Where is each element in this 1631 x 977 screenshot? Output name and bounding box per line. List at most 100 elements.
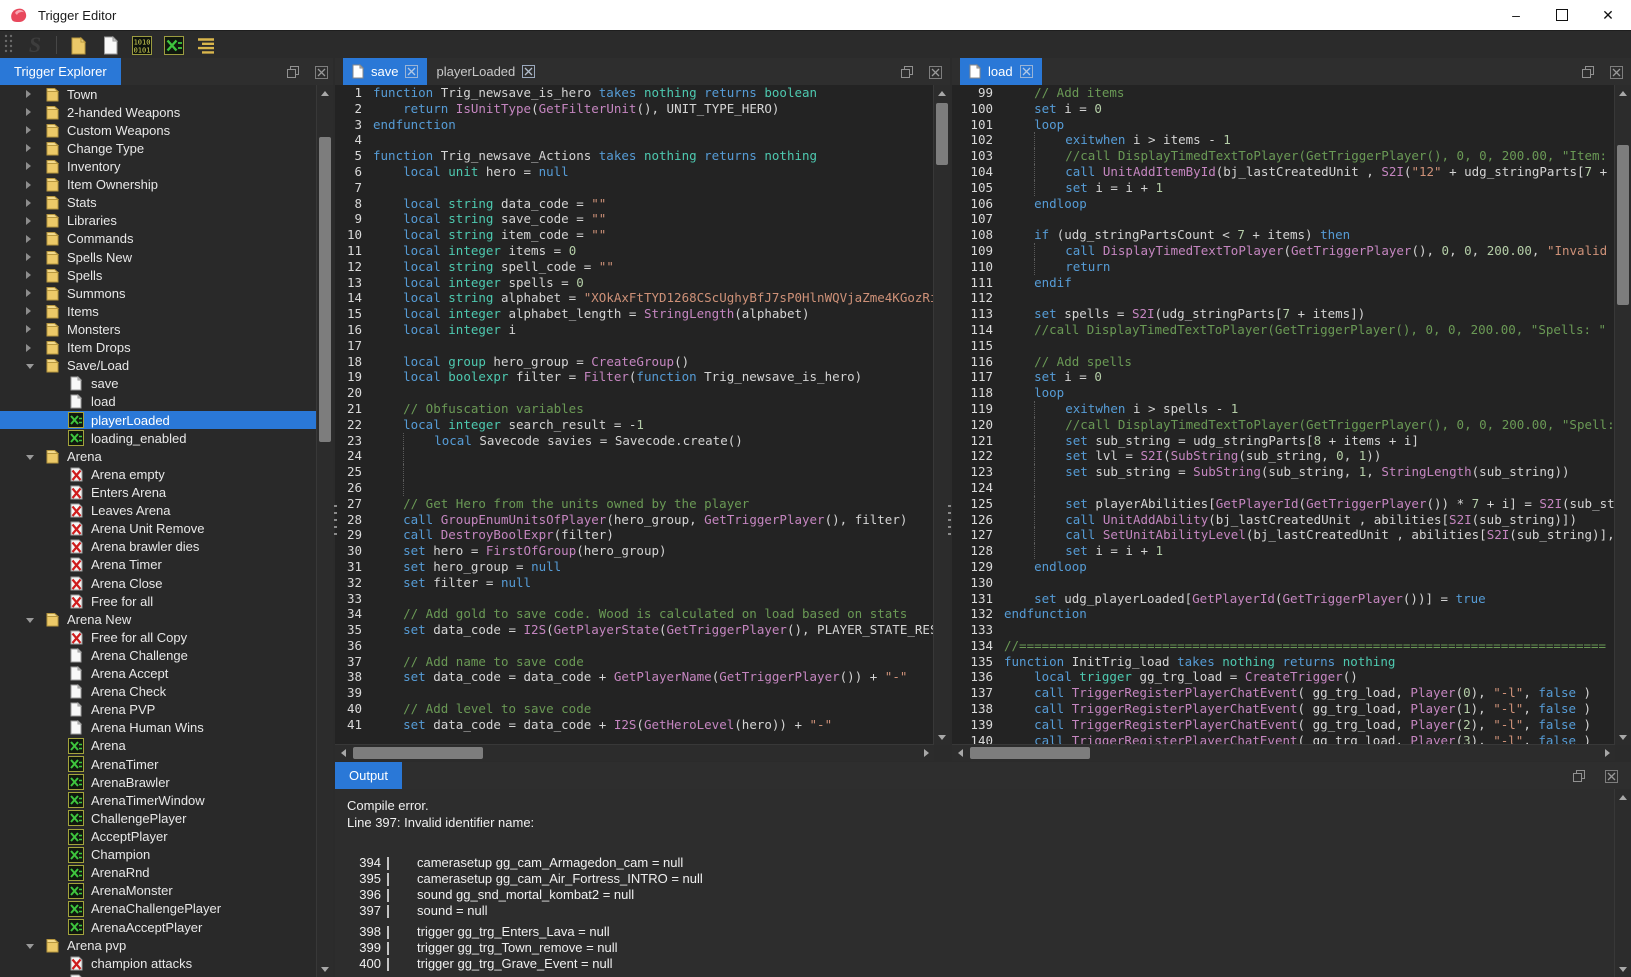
- editor-left-hscrollbar[interactable]: [335, 744, 934, 761]
- code-line[interactable]: 112: [952, 290, 1615, 306]
- code-line[interactable]: 14 local string alphabet = "XOkAxFtTYD12…: [335, 290, 934, 306]
- code-line[interactable]: 99 // Add items: [952, 85, 1615, 101]
- close-button[interactable]: ✕: [1585, 0, 1631, 30]
- code-line[interactable]: 114 //call DisplayTimedTextToPlayer(GetT…: [952, 322, 1615, 338]
- tree-item[interactable]: Item Ownership: [0, 176, 333, 194]
- code-line[interactable]: 12 local string spell_code = "": [335, 259, 934, 275]
- expand-arrow-icon[interactable]: [26, 212, 43, 230]
- tree-item[interactable]: Arena Accept: [0, 665, 333, 683]
- code-line[interactable]: 31 set hero_group = null: [335, 559, 934, 575]
- expand-arrow-icon[interactable]: [26, 157, 43, 175]
- code-line[interactable]: 11 local integer items = 0: [335, 243, 934, 259]
- code-line[interactable]: 34 // Add gold to save code. Wood is cal…: [335, 606, 934, 622]
- code-line[interactable]: 35 set data_code = I2S(GetPlayerState(Ge…: [335, 622, 934, 638]
- code-line[interactable]: 134//===================================…: [952, 638, 1615, 654]
- code-line[interactable]: 105 set i = i + 1: [952, 180, 1615, 196]
- code-line[interactable]: 37 // Add name to save code: [335, 654, 934, 670]
- code-line[interactable]: 32 set filter = null: [335, 575, 934, 591]
- collapse-arrow-icon[interactable]: [26, 936, 43, 954]
- output-scrollbar[interactable]: [1614, 789, 1631, 977]
- code-line[interactable]: 25: [335, 464, 934, 480]
- code-line[interactable]: 128 set i = i + 1: [952, 543, 1615, 559]
- tree-item[interactable]: Arena PVP: [0, 701, 333, 719]
- code-line[interactable]: 40 // Add level to save code: [335, 701, 934, 717]
- code-line[interactable]: 10 local string item_code = "": [335, 227, 934, 243]
- code-line[interactable]: 9 local string save_code = "": [335, 211, 934, 227]
- splitter-explorer-editor[interactable]: [334, 505, 337, 537]
- tree-item[interactable]: Free for all Copy: [0, 628, 333, 646]
- code-line[interactable]: 131 set udg_playerLoaded[GetPlayerId(Get…: [952, 591, 1615, 607]
- code-line[interactable]: 22 local integer search_result = -1: [335, 417, 934, 433]
- collapse-arrow-icon[interactable]: [26, 610, 43, 628]
- scroll-up-icon[interactable]: [1615, 85, 1631, 101]
- scroll-right-icon[interactable]: [918, 745, 934, 761]
- code-line[interactable]: 133: [952, 622, 1615, 638]
- tree-item[interactable]: Stats: [0, 194, 333, 212]
- close-panel-icon[interactable]: [928, 65, 942, 79]
- collapse-arrow-icon[interactable]: [26, 447, 43, 465]
- code-line[interactable]: 19 local boolexpr filter = Filter(functi…: [335, 369, 934, 385]
- expand-arrow-icon[interactable]: [26, 139, 43, 157]
- tree-item[interactable]: Arena brawler dies: [0, 538, 333, 556]
- code-line[interactable]: 110 return: [952, 259, 1615, 275]
- tree-item[interactable]: Monsters: [0, 320, 333, 338]
- expand-arrow-icon[interactable]: [26, 302, 43, 320]
- close-tab-icon[interactable]: [522, 65, 535, 78]
- new-document-icon[interactable]: [97, 33, 123, 57]
- code-line[interactable]: 33: [335, 591, 934, 607]
- code-line[interactable]: 124: [952, 480, 1615, 496]
- tree-item[interactable]: Arena Timer: [0, 556, 333, 574]
- code-editor-save[interactable]: 1function Trig_newsave_is_hero takes not…: [335, 85, 934, 745]
- code-line[interactable]: 126 call UnitAddAbility(bj_lastCreatedUn…: [952, 512, 1615, 528]
- editor-left-vscrollbar[interactable]: [933, 85, 950, 745]
- tree-item[interactable]: playerLoaded: [0, 411, 333, 429]
- tree-item[interactable]: load: [0, 393, 333, 411]
- collapse-arrow-icon[interactable]: [26, 357, 43, 375]
- code-line[interactable]: 36: [335, 638, 934, 654]
- code-line[interactable]: 15 local integer alphabet_length = Strin…: [335, 306, 934, 322]
- code-line[interactable]: 6 local unit hero = null: [335, 164, 934, 180]
- tree-item[interactable]: Arena pvp: [0, 936, 333, 954]
- expand-arrow-icon[interactable]: [26, 284, 43, 302]
- code-line[interactable]: 24: [335, 448, 934, 464]
- expand-arrow-icon[interactable]: [26, 85, 43, 103]
- code-line[interactable]: 139 call TriggerRegisterPlayerChatEvent(…: [952, 717, 1615, 733]
- tree-item[interactable]: Enters Arena: [0, 483, 333, 501]
- float-panel-icon[interactable]: [1572, 769, 1586, 783]
- tree-item[interactable]: Custom Weapons: [0, 121, 333, 139]
- code-line[interactable]: 1function Trig_newsave_is_hero takes not…: [335, 85, 934, 101]
- scroll-up-icon[interactable]: [317, 85, 333, 101]
- code-line[interactable]: 100 set i = 0: [952, 101, 1615, 117]
- tree-item[interactable]: Summons: [0, 284, 333, 302]
- tree-item[interactable]: ArenaAcceptPlayer: [0, 918, 333, 936]
- tree-item[interactable]: Arena Close: [0, 574, 333, 592]
- scrollbar-thumb[interactable]: [353, 747, 483, 759]
- code-line[interactable]: 122 set lvl = S2I(SubString(sub_string, …: [952, 448, 1615, 464]
- code-line[interactable]: 101 loop: [952, 117, 1615, 133]
- editor-right-hscrollbar[interactable]: [952, 744, 1615, 761]
- toolbar-drag-handle-icon[interactable]: [4, 33, 13, 58]
- close-tab-icon[interactable]: [1020, 65, 1033, 78]
- code-line[interactable]: 130: [952, 575, 1615, 591]
- code-line[interactable]: 132endfunction: [952, 606, 1615, 622]
- editor-right-vscrollbar[interactable]: [1614, 85, 1631, 745]
- code-line[interactable]: 125 set playerAbilities[GetPlayerId(GetT…: [952, 496, 1615, 512]
- code-line[interactable]: 16 local integer i: [335, 322, 934, 338]
- code-line[interactable]: 109 call DisplayTimedTextToPlayer(GetTri…: [952, 243, 1615, 259]
- code-line[interactable]: 113 set spells = S2I(udg_stringParts[7 +…: [952, 306, 1615, 322]
- tree-item[interactable]: Town: [0, 85, 333, 103]
- code-line[interactable]: 41 set data_code = data_code + I2S(GetHe…: [335, 717, 934, 733]
- code-line[interactable]: 123 set sub_string = SubString(sub_strin…: [952, 464, 1615, 480]
- tree-item[interactable]: Spells New: [0, 248, 333, 266]
- scroll-right-icon[interactable]: [1599, 745, 1615, 761]
- tree-item[interactable]: champion attacks: [0, 954, 333, 972]
- minimize-button[interactable]: –: [1493, 0, 1539, 30]
- tree-item[interactable]: ChallengePlayer: [0, 809, 333, 827]
- code-line[interactable]: 21 // Obfuscation variables: [335, 401, 934, 417]
- code-line[interactable]: 117 set i = 0: [952, 369, 1615, 385]
- float-panel-icon[interactable]: [1581, 65, 1595, 79]
- convert-binary-icon[interactable]: 10100101: [129, 33, 155, 57]
- code-line[interactable]: 3endfunction: [335, 117, 934, 133]
- scrollbar-thumb[interactable]: [1617, 145, 1629, 305]
- expand-arrow-icon[interactable]: [26, 230, 43, 248]
